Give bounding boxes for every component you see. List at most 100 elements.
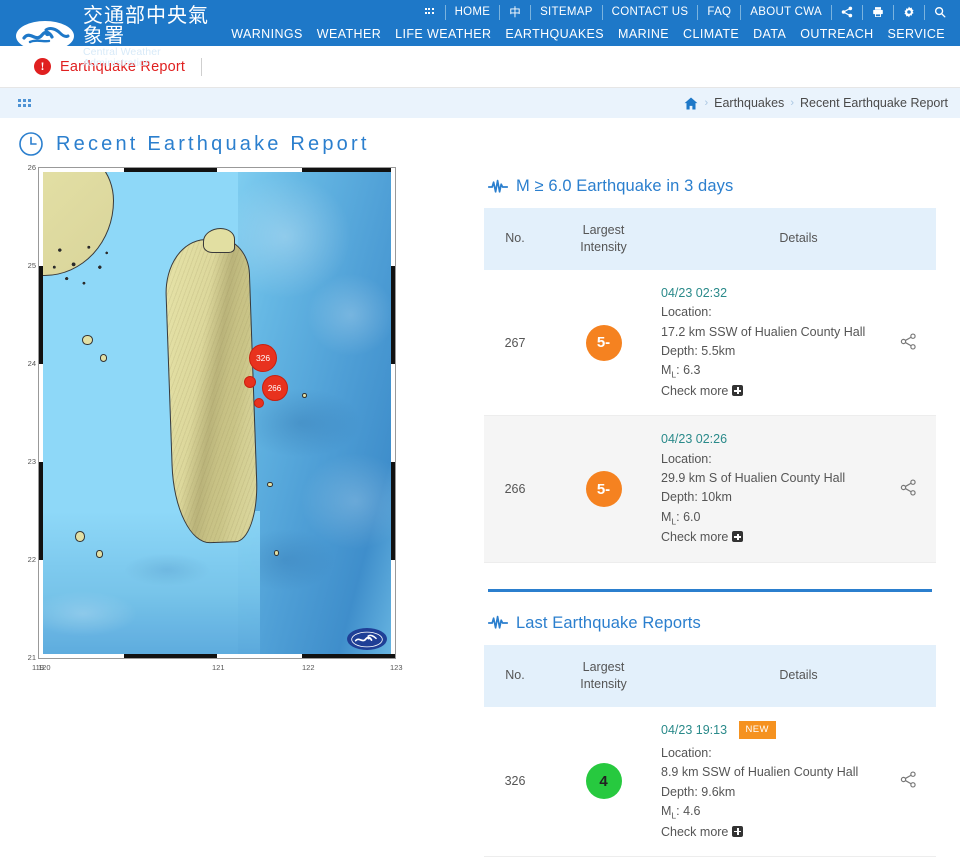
- nav-earthquakes[interactable]: EARTHQUAKES: [498, 27, 611, 41]
- site-header: 交通部中央氣象署 Central Weather Administration …: [0, 0, 960, 68]
- magnitude-number: 4.6: [683, 804, 701, 819]
- islet: [95, 550, 104, 559]
- nav-contact-us[interactable]: CONTACT US: [603, 4, 699, 20]
- search-icon[interactable]: [925, 5, 952, 20]
- deep-ocean-region: [238, 168, 395, 658]
- nav-language[interactable]: 中: [500, 4, 532, 20]
- check-more-link[interactable]: Check more: [661, 383, 744, 398]
- location-label: Location:: [661, 305, 712, 320]
- details-cell: 04/23 19:13 NEW Location: 8.9 km SSW of …: [661, 706, 880, 857]
- print-icon[interactable]: [863, 4, 894, 20]
- table-row[interactable]: 326 4 04/23 19:13 NEW Location: 8.9 km S…: [484, 706, 936, 857]
- check-more-link[interactable]: Check more: [661, 824, 744, 839]
- islet: [99, 354, 108, 363]
- new-badge: NEW: [738, 720, 776, 740]
- map-x-tick: 120: [38, 663, 51, 672]
- depth-value: Depth: 9.6km: [661, 784, 736, 799]
- intensity-cell: 5-: [546, 269, 661, 417]
- main-nav: WARNINGS WEATHER LIFE WEATHER EARTHQUAKE…: [224, 24, 952, 44]
- breadcrumb: › Earthquakes › Recent Earthquake Report: [684, 96, 948, 110]
- nav-service[interactable]: SERVICE: [881, 27, 952, 41]
- depth-value: Depth: 10km: [661, 490, 732, 505]
- share-icon[interactable]: [900, 479, 917, 499]
- nav-weather[interactable]: WEATHER: [310, 27, 388, 41]
- map-x-tick: 122: [302, 663, 315, 672]
- share-icon[interactable]: [900, 332, 917, 353]
- map-x-tick: 121: [212, 663, 225, 672]
- check-more-label: Check more: [661, 383, 729, 398]
- breadcrumb-separator: ›: [704, 97, 709, 109]
- nav-warnings[interactable]: WARNINGS: [224, 27, 310, 41]
- home-icon[interactable]: [684, 97, 698, 110]
- share-cell: [880, 706, 936, 857]
- table-row[interactable]: 267 5- 04/23 02:32 Location: 17.2 km SSW…: [484, 269, 936, 417]
- epicenter-marker[interactable]: [243, 376, 256, 389]
- breadcrumb-item-earthquakes[interactable]: Earthquakes: [714, 96, 784, 110]
- nav-sitemap[interactable]: SITEMAP: [531, 4, 603, 20]
- map-column: 26 25 24 23 22 21 119 120 121 122 123 26…: [0, 163, 403, 857]
- section-divider: [488, 588, 932, 592]
- apps-grid-icon[interactable]: [416, 4, 446, 20]
- gear-icon[interactable]: [894, 4, 925, 20]
- map-y-tick: 22: [27, 555, 36, 564]
- magnitude-value: ML: 6.3: [661, 363, 701, 380]
- nav-about-cwa[interactable]: ABOUT CWA: [741, 4, 832, 20]
- location-label: Location:: [661, 745, 712, 760]
- epicenter-marker-266[interactable]: 266: [261, 375, 288, 402]
- nav-life-weather[interactable]: LIFE WEATHER: [388, 27, 498, 41]
- breadcrumb-item-current: Recent Earthquake Report: [799, 96, 948, 110]
- share-icon[interactable]: [832, 4, 863, 20]
- map-y-tick: 25: [27, 261, 36, 270]
- magnitude-number: 6.0: [683, 509, 701, 524]
- row-number: 326: [484, 706, 546, 857]
- check-more-link[interactable]: Check more: [661, 530, 744, 545]
- column-header-no: No.: [484, 208, 546, 270]
- dot-grid-icon[interactable]: [18, 99, 31, 107]
- map-x-tick: 123: [390, 663, 403, 672]
- share-icon[interactable]: [900, 771, 917, 791]
- nav-outreach[interactable]: OUTREACH: [793, 27, 880, 41]
- taiwan-north-cape: [202, 228, 235, 253]
- nav-faq[interactable]: FAQ: [698, 4, 742, 20]
- nav-home[interactable]: HOME: [446, 4, 501, 20]
- mainland-coast-region: [39, 168, 116, 291]
- intensity-badge: 4: [585, 763, 622, 800]
- map-y-tick: 21: [27, 653, 36, 662]
- check-more-label: Check more: [661, 824, 729, 839]
- last-reports-table: No. Largest Intensity Details 326 4 04/23…: [484, 644, 936, 857]
- column-header-details: Details: [661, 644, 936, 707]
- map-y-tick: 26: [27, 163, 36, 172]
- seismograph-pulse-icon: [488, 179, 508, 195]
- cwa-wave-logo-icon: [16, 21, 74, 51]
- site-brand[interactable]: 交通部中央氣象署 Central Weather Administration: [0, 0, 224, 68]
- map-y-tick: 24: [27, 359, 36, 368]
- table-row[interactable]: 266 5- 04/23 02:26 Location: 29.9 km S o…: [484, 415, 936, 563]
- intensity-badge: 5-: [585, 471, 622, 508]
- plus-icon: [732, 384, 744, 396]
- row-number: 267: [484, 269, 546, 417]
- column-header-largest-intensity: Largest Intensity: [546, 644, 661, 707]
- header-navigation: HOME 中 SITEMAP CONTACT US FAQ ABOUT CWA …: [224, 0, 960, 44]
- map-x-axis: 119 120 121 122 123: [32, 661, 403, 675]
- nav-climate[interactable]: CLIMATE: [676, 27, 746, 41]
- seismograph-pulse-icon: [488, 615, 508, 631]
- cwa-watermark-icon: [347, 628, 387, 650]
- section-header-m6: M ≥ 6.0 Earthquake in 3 days: [488, 177, 936, 196]
- earthquake-map[interactable]: 26 25 24 23 22 21 119 120 121 122 123 26…: [14, 163, 403, 683]
- nav-data[interactable]: DATA: [746, 27, 793, 41]
- location-label: Location:: [661, 451, 712, 466]
- check-more-label: Check more: [661, 530, 729, 545]
- depth-value: Depth: 5.5km: [661, 343, 736, 358]
- magnitude-value: ML: 4.6: [661, 804, 701, 821]
- nav-marine[interactable]: MARINE: [611, 27, 676, 41]
- details-cell: 04/23 02:32 Location: 17.2 km SSW of Hua…: [661, 269, 880, 417]
- taiwan-island: [163, 237, 260, 545]
- event-datetime: 04/23 02:26: [661, 432, 728, 447]
- clock-icon: [18, 131, 44, 157]
- map-y-tick: 23: [27, 457, 36, 466]
- map-y-axis: 26 25 24 23 22 21: [14, 163, 38, 662]
- utility-nav: HOME 中 SITEMAP CONTACT US FAQ ABOUT CWA: [416, 0, 952, 24]
- share-cell: [880, 269, 936, 417]
- location-value: 17.2 km SSW of Hualien County Hall: [661, 324, 866, 339]
- map-canvas[interactable]: 266 326: [38, 167, 396, 659]
